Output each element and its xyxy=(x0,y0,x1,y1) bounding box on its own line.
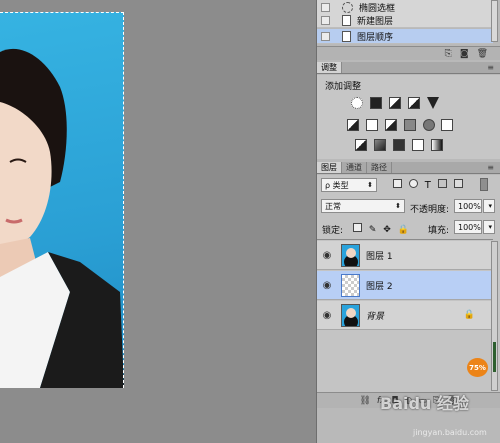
layer-thumbnail xyxy=(341,243,360,267)
lock-all-icon[interactable]: 🔒 xyxy=(398,225,409,235)
chevron-down-icon: ⬍ xyxy=(395,202,401,210)
camera-icon[interactable]: ◙ xyxy=(460,49,469,59)
history-label: 新建图层 xyxy=(357,16,394,27)
portrait-image xyxy=(0,48,124,388)
lock-icon: 🔒 xyxy=(463,310,475,320)
tab-layers[interactable]: 图层 xyxy=(317,162,342,173)
tab-paths[interactable]: 路径 xyxy=(367,162,392,173)
opacity-label: 不透明度: xyxy=(410,205,450,215)
layers-tabbar: 图层 通道 路径 ≡ xyxy=(317,162,500,174)
history-label: 图层顺序 xyxy=(357,32,394,43)
opacity-input[interactable]: 100% xyxy=(454,199,482,213)
watermark-logo: Baidu 经验 xyxy=(380,394,469,413)
chevron-down-icon: ▾ xyxy=(488,223,492,231)
invert-icon[interactable] xyxy=(355,139,367,151)
filter-icons: T xyxy=(391,179,465,191)
layer-row-selected[interactable]: ◉ 图层 2 xyxy=(317,271,493,300)
panel-menu-icon[interactable]: ≡ xyxy=(487,63,494,72)
brightness-icon[interactable] xyxy=(351,97,363,109)
document-icon xyxy=(342,14,351,26)
eye-icon[interactable]: ◉ xyxy=(317,310,337,321)
adjustment-filter-icon[interactable] xyxy=(408,179,418,188)
shape-filter-icon[interactable] xyxy=(437,179,447,188)
history-scrollbar[interactable] xyxy=(491,0,498,42)
vibrance-icon[interactable] xyxy=(426,97,439,109)
divider xyxy=(317,239,493,240)
lock-icons: ✎ ✥ 🔒 xyxy=(351,223,411,235)
history-checkbox[interactable] xyxy=(321,31,330,41)
eye-icon[interactable]: ◉ xyxy=(317,280,337,291)
portrait-photo[interactable] xyxy=(0,12,124,388)
trash-icon[interactable]: 🗑 xyxy=(477,49,488,59)
history-checkbox[interactable] xyxy=(321,15,330,25)
curves-icon[interactable] xyxy=(388,97,401,109)
color-balance-icon[interactable] xyxy=(365,119,378,131)
layer-name: 背景 xyxy=(366,311,385,322)
tab-adjustments[interactable]: 调整 xyxy=(317,62,342,73)
opacity-dropdown[interactable]: ▾ xyxy=(483,199,495,213)
ellipse-marquee-icon xyxy=(342,1,353,13)
adjustments-body: 添加调整 xyxy=(317,75,500,159)
lock-label: 锁定: xyxy=(322,226,344,236)
black-white-icon[interactable] xyxy=(384,119,397,131)
posterize-icon[interactable] xyxy=(373,139,386,151)
gradient-map-icon[interactable] xyxy=(430,139,443,151)
layer-row[interactable]: ◉ 图层 1 xyxy=(317,241,493,270)
layer-name: 图层 1 xyxy=(366,251,393,262)
adjustment-row xyxy=(345,119,455,134)
tab-channels[interactable]: 通道 xyxy=(342,162,367,173)
selective-color-icon[interactable] xyxy=(411,139,424,151)
layer-thumbnail xyxy=(341,303,360,327)
lock-transparent-icon[interactable] xyxy=(353,223,362,232)
photo-filter-icon[interactable] xyxy=(403,119,416,131)
threshold-icon[interactable] xyxy=(392,139,405,151)
fill-label: 填充: xyxy=(428,226,450,236)
blend-mode-select[interactable]: 正常 ⬍ xyxy=(321,199,405,213)
filter-toggle[interactable] xyxy=(480,178,488,191)
exposure-icon[interactable] xyxy=(407,97,420,109)
brush-lock-icon[interactable]: ✎ xyxy=(369,225,377,235)
text-filter-icon[interactable]: T xyxy=(425,180,431,191)
fill-input[interactable]: 100% xyxy=(454,220,482,234)
scroll-thumb[interactable] xyxy=(493,342,496,372)
adjustment-row xyxy=(349,97,441,112)
history-item[interactable]: 新建图层 xyxy=(317,13,493,28)
watermark-url: jingyan.baidu.com xyxy=(413,428,487,437)
panel-dock: 椭圆选框 新建图层 图层顺序 ⎘ ◙ 🗑 调整 ≡ 添加调整 图层 通道 路径 … xyxy=(316,0,500,443)
panel-menu-icon[interactable]: ≡ xyxy=(487,163,494,172)
pixel-filter-icon[interactable] xyxy=(393,179,402,188)
zoom-badge: 75% xyxy=(467,358,488,377)
layer-name: 图层 2 xyxy=(366,281,393,292)
fill-dropdown[interactable]: ▾ xyxy=(483,220,495,234)
layer-filter-select[interactable]: ρ 类型 ⬍ xyxy=(321,178,377,192)
fill-value: 100% xyxy=(458,222,481,232)
smart-object-filter-icon[interactable] xyxy=(453,179,463,188)
chevron-down-icon: ▾ xyxy=(488,202,492,210)
history-label: 椭圆选框 xyxy=(359,3,396,14)
document-icon xyxy=(342,30,351,42)
levels-icon[interactable] xyxy=(369,97,382,109)
layer-thumbnail xyxy=(341,273,360,297)
layers-scrollbar[interactable] xyxy=(491,241,498,391)
adjustments-title: 添加调整 xyxy=(325,82,362,92)
document-canvas[interactable] xyxy=(0,0,316,443)
history-checkbox[interactable] xyxy=(321,2,330,12)
filter-label: ρ 类型 xyxy=(325,180,349,190)
hue-saturation-icon[interactable] xyxy=(347,119,359,131)
layer-row[interactable]: ◉ 背景 🔒 xyxy=(317,301,493,330)
chevron-down-icon: ⬍ xyxy=(367,181,373,189)
color-lookup-icon[interactable] xyxy=(441,119,454,131)
eye-icon[interactable]: ◉ xyxy=(317,250,337,261)
new-document-icon[interactable]: ⎘ xyxy=(445,49,452,59)
blend-mode-value: 正常 xyxy=(325,201,341,211)
history-toolbar: ⎘ ◙ 🗑 xyxy=(317,46,500,60)
channel-mixer-icon[interactable] xyxy=(422,119,435,131)
opacity-value: 100% xyxy=(458,201,481,211)
link-icon[interactable]: ⛓ xyxy=(359,396,370,406)
adjustment-row xyxy=(353,139,445,154)
history-item-selected[interactable]: 图层顺序 xyxy=(317,29,493,44)
adjustments-tabbar: 调整 ≡ xyxy=(317,62,500,74)
move-lock-icon[interactable]: ✥ xyxy=(383,225,391,235)
